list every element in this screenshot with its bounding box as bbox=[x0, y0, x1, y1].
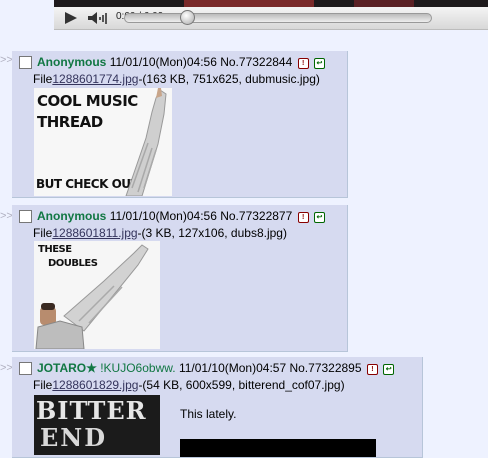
post-header: Anonymous 11/01/10(Mon)04:56 No.77322844… bbox=[37, 55, 325, 69]
meme-person-image bbox=[35, 244, 149, 349]
file-info: File1288601774.jpg-(163 KB, 751x625, dub… bbox=[33, 72, 320, 86]
image-caption: BITTER bbox=[36, 396, 147, 425]
post-header: Anonymous 11/01/10(Mon)04:56 No.77322877… bbox=[37, 209, 325, 223]
report-icon[interactable]: ! bbox=[297, 58, 309, 69]
reply-arrow: >> bbox=[0, 210, 13, 222]
poster-name: Anonymous bbox=[37, 55, 107, 69]
reply-icon[interactable]: ↩ bbox=[313, 212, 325, 223]
delete-checkbox[interactable] bbox=[19, 362, 32, 375]
reply-icon[interactable]: ↩ bbox=[313, 58, 325, 69]
post-number[interactable]: No.77322844 bbox=[220, 55, 292, 69]
file-link[interactable]: 1288601774.jpg bbox=[52, 72, 138, 86]
post-number[interactable]: No.77322895 bbox=[289, 361, 361, 375]
audio-player: 0:00 / 6:09 bbox=[54, 7, 488, 30]
file-info: File1288601811.jpg-(3 KB, 127x106, dubs8… bbox=[33, 226, 287, 240]
post-comment: This lately. bbox=[180, 407, 237, 421]
post-datetime: 11/01/10(Mon)04:56 bbox=[109, 55, 217, 69]
report-icon[interactable]: ! bbox=[297, 212, 309, 223]
video-frame bbox=[54, 0, 488, 7]
reply-post: Anonymous 11/01/10(Mon)04:56 No.77322877… bbox=[12, 205, 348, 352]
post-datetime: 11/01/10(Mon)04:56 bbox=[109, 209, 217, 223]
post-thumbnail[interactable]: THESE DOUBLES bbox=[34, 241, 160, 349]
post-datetime: 11/01/10(Mon)04:57 bbox=[178, 361, 287, 375]
file-link[interactable]: 1288601829.jpg bbox=[52, 378, 138, 392]
embedded-video[interactable] bbox=[180, 439, 376, 457]
file-link[interactable]: 1288601811.jpg bbox=[52, 226, 137, 240]
reply-arrow: >> bbox=[0, 362, 13, 374]
meme-arm-image bbox=[125, 88, 167, 196]
play-icon[interactable] bbox=[60, 10, 80, 26]
seek-knob[interactable] bbox=[180, 10, 195, 25]
delete-checkbox[interactable] bbox=[19, 210, 32, 223]
volume-icon[interactable] bbox=[86, 10, 110, 26]
report-icon[interactable]: ! bbox=[366, 364, 378, 375]
post-number[interactable]: No.77322877 bbox=[220, 209, 292, 223]
seek-bar[interactable] bbox=[124, 13, 432, 23]
tripcode: !KUJO6obww. bbox=[100, 361, 176, 375]
reply-arrow: >> bbox=[0, 54, 13, 66]
poster-name: JOTARO★ bbox=[37, 361, 97, 375]
delete-checkbox[interactable] bbox=[19, 56, 32, 69]
reply-post: JOTARO★ !KUJO6obww. 11/01/10(Mon)04:57 N… bbox=[12, 357, 423, 458]
file-info: File1288601829.jpg-(54 KB, 600x599, bitt… bbox=[33, 378, 345, 392]
poster-name: Anonymous bbox=[37, 209, 107, 223]
reply-post: Anonymous 11/01/10(Mon)04:56 No.77322844… bbox=[12, 51, 348, 198]
reply-icon[interactable]: ↩ bbox=[383, 364, 395, 375]
post-header: JOTARO★ !KUJO6obww. 11/01/10(Mon)04:57 N… bbox=[37, 361, 395, 375]
post-thumbnail[interactable]: BITTER END bbox=[34, 395, 160, 455]
post-thumbnail[interactable]: COOL MUSIC THREAD BUT CHECK OUT bbox=[34, 88, 172, 196]
